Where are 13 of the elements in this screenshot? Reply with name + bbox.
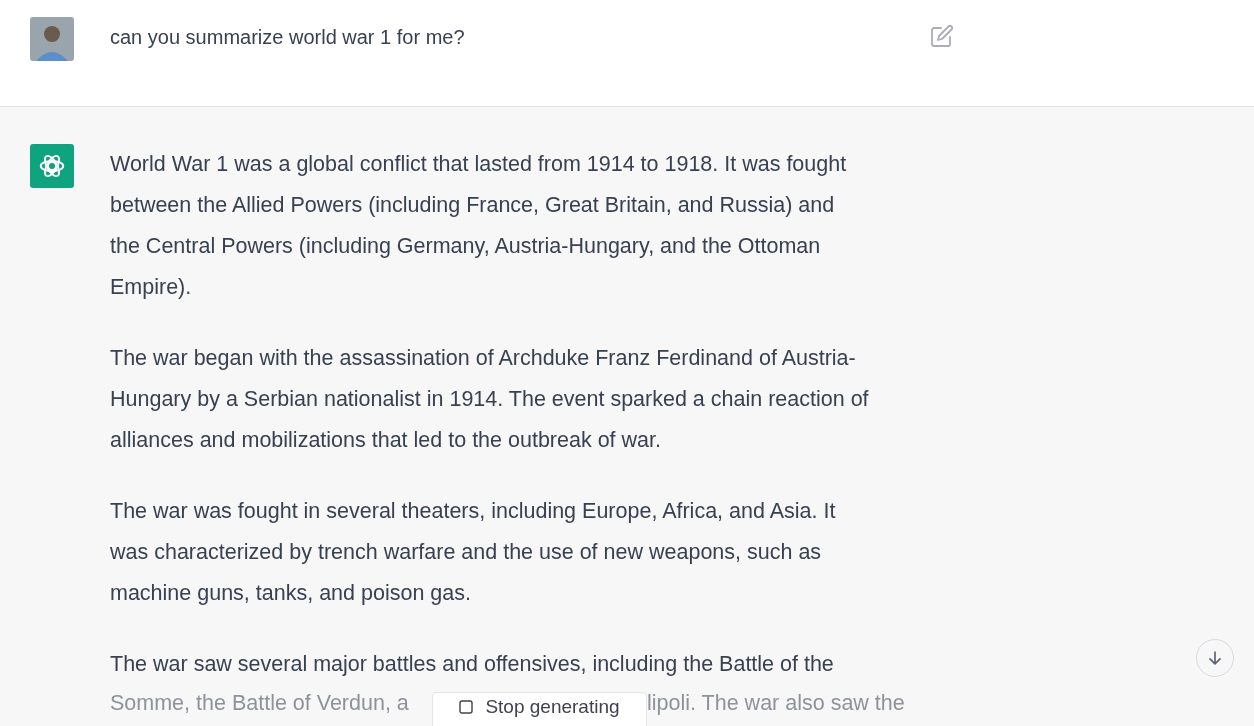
edit-icon[interactable]: [930, 24, 954, 48]
faded-text: Somme, the Battle of Verdun, a: [110, 690, 409, 717]
assistant-avatar: [30, 144, 74, 188]
response-paragraph: World War 1 was a global conflict that lasted from 1914 to 1918. It was fought between the Allied Powers (including France, Great Britain, and Russia) and the Central Powers (including Germany, Austria-Hungary, and the Ottoman Empire).: [110, 151, 848, 301]
response-paragraph: The war saw several major battles and offensives, including the Battle of the: [110, 651, 835, 678]
response-paragraph: The war began with the assassination of Archduke Franz Ferdinand of Austria-Hungary by a Serbian nationalist in 1914. The event sparked a chain reaction of alliances and mobilizations that led to the outbreak of war.: [110, 345, 870, 454]
user-message: can you summarize world war 1 for me?: [110, 25, 466, 50]
scroll-down-button[interactable]: [1196, 639, 1234, 677]
faded-text: lipoli. The war also saw the: [647, 690, 905, 717]
stop-square-icon: [459, 700, 474, 714]
response-paragraph: The war was fought in several theaters, including Europe, Africa, and Asia. It was characterized by trench warfare and the use of new weapons, such as machine guns, tanks, and poison gas.: [110, 498, 837, 607]
user-avatar: [30, 17, 74, 61]
stop-generating-button[interactable]: Stop generating: [432, 692, 647, 726]
